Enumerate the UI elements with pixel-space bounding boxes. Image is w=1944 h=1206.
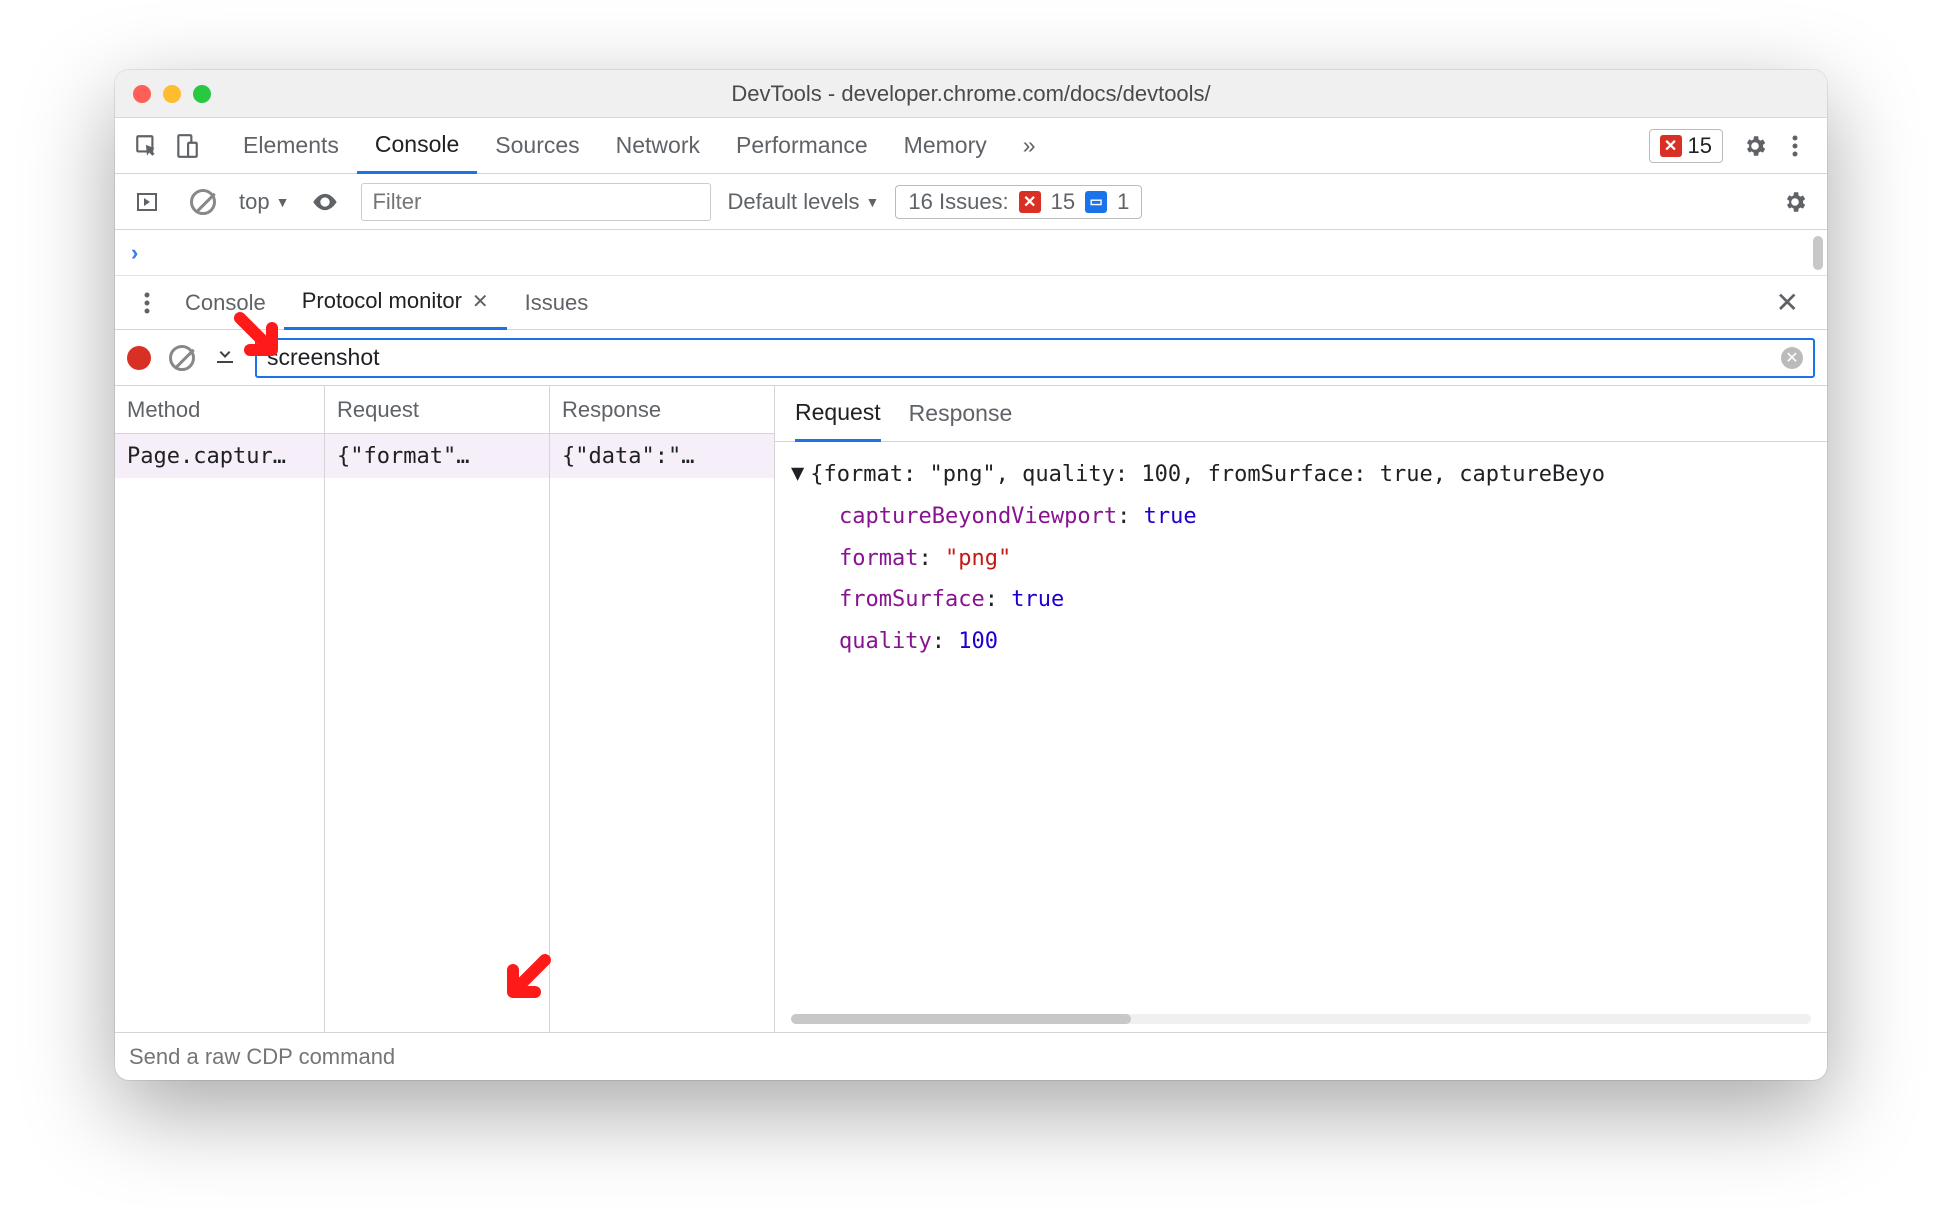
cdp-command-bar bbox=[115, 1032, 1827, 1080]
window-title: DevTools - developer.chrome.com/docs/dev… bbox=[115, 81, 1827, 107]
col-response[interactable]: Response bbox=[550, 386, 774, 433]
protocol-monitor-toolbar: screenshot ✕ bbox=[115, 330, 1827, 386]
scrollbar-thumb[interactable] bbox=[1813, 236, 1823, 270]
cell-response: {"data":"… bbox=[550, 434, 774, 478]
protocol-detail-pane: Request Response ▼{format: "png", qualit… bbox=[775, 385, 1827, 1032]
console-toolbar: top▼ Default levels▼ 16 Issues: ✕ 15 ▭ 1 bbox=[115, 174, 1827, 230]
console-filter-input[interactable] bbox=[361, 183, 711, 221]
horizontal-scrollbar-thumb[interactable] bbox=[791, 1014, 1131, 1024]
window-titlebar: DevTools - developer.chrome.com/docs/dev… bbox=[115, 70, 1827, 118]
record-icon bbox=[127, 346, 151, 370]
json-viewer[interactable]: ▼{format: "png", quality: 100, fromSurfa… bbox=[775, 442, 1827, 1032]
info-icon: ▭ bbox=[1085, 191, 1107, 213]
window-traffic-lights bbox=[133, 85, 211, 103]
record-button[interactable] bbox=[127, 346, 151, 370]
issues-summary[interactable]: 16 Issues: ✕ 15 ▭ 1 bbox=[895, 185, 1142, 219]
close-window-button[interactable] bbox=[133, 85, 151, 103]
console-settings-icon[interactable] bbox=[1775, 182, 1815, 222]
main-tab-bar: Elements Console Sources Network Perform… bbox=[115, 118, 1827, 174]
error-icon: ✕ bbox=[1660, 135, 1682, 157]
protocol-table: Method Request Response Page.captur… {"f… bbox=[115, 386, 775, 1032]
cell-method: Page.captur… bbox=[115, 434, 325, 478]
tabs-overflow-button[interactable]: » bbox=[1005, 118, 1054, 174]
settings-icon[interactable] bbox=[1735, 126, 1775, 166]
col-method[interactable]: Method bbox=[115, 386, 325, 433]
table-empty-area bbox=[115, 478, 774, 1032]
device-toolbar-icon[interactable] bbox=[167, 126, 207, 166]
protocol-filter-input[interactable]: screenshot ✕ bbox=[255, 338, 1815, 378]
cell-request: {"format"… bbox=[325, 434, 550, 478]
tab-network[interactable]: Network bbox=[598, 118, 718, 174]
error-count-badge[interactable]: ✕ 15 bbox=[1649, 129, 1723, 163]
detail-tab-response[interactable]: Response bbox=[909, 386, 1013, 442]
inspect-element-icon[interactable] bbox=[127, 126, 167, 166]
error-icon: ✕ bbox=[1019, 191, 1041, 213]
drawer-kebab-icon[interactable] bbox=[127, 283, 167, 323]
drawer-tab-issues[interactable]: Issues bbox=[507, 276, 607, 330]
protocol-monitor-body: Method Request Response Page.captur… {"f… bbox=[115, 386, 1827, 1032]
chevron-right-icon: › bbox=[131, 240, 138, 266]
expand-triangle-icon[interactable]: ▼ bbox=[791, 453, 804, 495]
table-header-row: Method Request Response bbox=[115, 386, 774, 434]
clear-icon bbox=[169, 345, 195, 371]
eye-icon[interactable] bbox=[305, 182, 345, 222]
clear-filter-icon[interactable]: ✕ bbox=[1781, 347, 1803, 369]
kebab-menu-icon[interactable] bbox=[1775, 126, 1815, 166]
caret-down-icon: ▼ bbox=[276, 194, 290, 210]
context-selector[interactable]: top▼ bbox=[239, 189, 289, 215]
tab-performance[interactable]: Performance bbox=[718, 118, 886, 174]
close-tab-icon[interactable]: ✕ bbox=[472, 289, 489, 314]
devtools-window: DevTools - developer.chrome.com/docs/dev… bbox=[115, 70, 1827, 1080]
cdp-command-input[interactable] bbox=[129, 1044, 1813, 1070]
tab-sources[interactable]: Sources bbox=[477, 118, 597, 174]
tab-memory[interactable]: Memory bbox=[886, 118, 1005, 174]
clear-console-icon[interactable] bbox=[183, 182, 223, 222]
zoom-window-button[interactable] bbox=[193, 85, 211, 103]
table-row[interactable]: Page.captur… {"format"… {"data":"… bbox=[115, 434, 774, 478]
drawer-tab-protocol-monitor[interactable]: Protocol monitor ✕ bbox=[284, 276, 507, 330]
detail-tab-bar: Request Response bbox=[775, 386, 1827, 442]
minimize-window-button[interactable] bbox=[163, 85, 181, 103]
drawer-tab-console[interactable]: Console bbox=[167, 276, 284, 330]
drawer-tab-bar: Console Protocol monitor ✕ Issues ✕ bbox=[115, 276, 1827, 330]
col-request[interactable]: Request bbox=[325, 386, 550, 433]
toggle-sidebar-icon[interactable] bbox=[127, 182, 167, 222]
clear-button[interactable] bbox=[169, 345, 195, 371]
caret-down-icon: ▼ bbox=[866, 194, 880, 210]
log-levels-selector[interactable]: Default levels▼ bbox=[727, 189, 879, 215]
tab-elements[interactable]: Elements bbox=[225, 118, 357, 174]
detail-tab-request[interactable]: Request bbox=[795, 386, 881, 442]
tab-console[interactable]: Console bbox=[357, 118, 477, 174]
close-drawer-icon[interactable]: ✕ bbox=[1760, 286, 1815, 319]
console-prompt[interactable]: › bbox=[115, 230, 1827, 276]
download-button[interactable] bbox=[213, 342, 237, 373]
